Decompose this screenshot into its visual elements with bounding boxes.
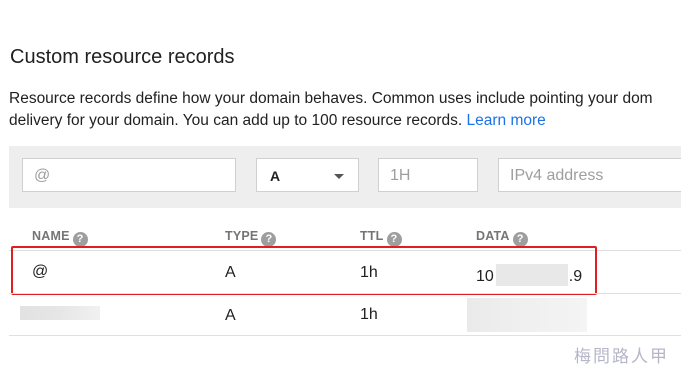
- column-header-data: DATA?: [476, 229, 528, 247]
- column-header-type-label: TYPE: [225, 229, 259, 243]
- help-icon[interactable]: ?: [386, 232, 402, 247]
- column-header-ttl-label: TTL: [360, 229, 384, 243]
- section-title: Custom resource records: [10, 46, 235, 68]
- column-header-name-label: NAME: [32, 229, 70, 243]
- type-select[interactable]: A: [256, 158, 359, 192]
- row-divider: [9, 293, 681, 294]
- chevron-down-icon: [334, 174, 344, 179]
- data-input[interactable]: IPv4 address: [498, 158, 681, 192]
- row-divider: [9, 335, 681, 336]
- column-header-name: NAME?: [32, 229, 88, 247]
- record-type: A: [225, 307, 236, 324]
- help-icon[interactable]: ?: [261, 232, 277, 247]
- row-highlight-box: [11, 246, 597, 295]
- help-icon[interactable]: ?: [72, 232, 88, 247]
- ttl-input[interactable]: 1H: [378, 158, 478, 192]
- redacted-data: [467, 298, 587, 332]
- description-line-1: Resource records define how your domain …: [9, 90, 653, 107]
- watermark: 梅問路人甲: [574, 347, 669, 367]
- redacted-name: [20, 306, 100, 320]
- column-header-type: TYPE?: [225, 229, 277, 247]
- record-ttl: 1h: [360, 306, 378, 323]
- column-header-ttl: TTL?: [360, 229, 402, 247]
- help-icon[interactable]: ?: [512, 232, 528, 247]
- learn-more-link[interactable]: Learn more: [467, 112, 546, 129]
- description-line-2-text: delivery for your domain. You can add up…: [9, 112, 467, 129]
- name-input[interactable]: @: [22, 158, 236, 192]
- column-header-data-label: DATA: [476, 229, 510, 243]
- type-select-value: A: [270, 168, 281, 184]
- record-entry-bar: @ A 1H IPv4 address: [9, 146, 681, 208]
- description-line-2: delivery for your domain. You can add up…: [9, 110, 681, 132]
- section-description: Resource records define how your domain …: [9, 88, 681, 132]
